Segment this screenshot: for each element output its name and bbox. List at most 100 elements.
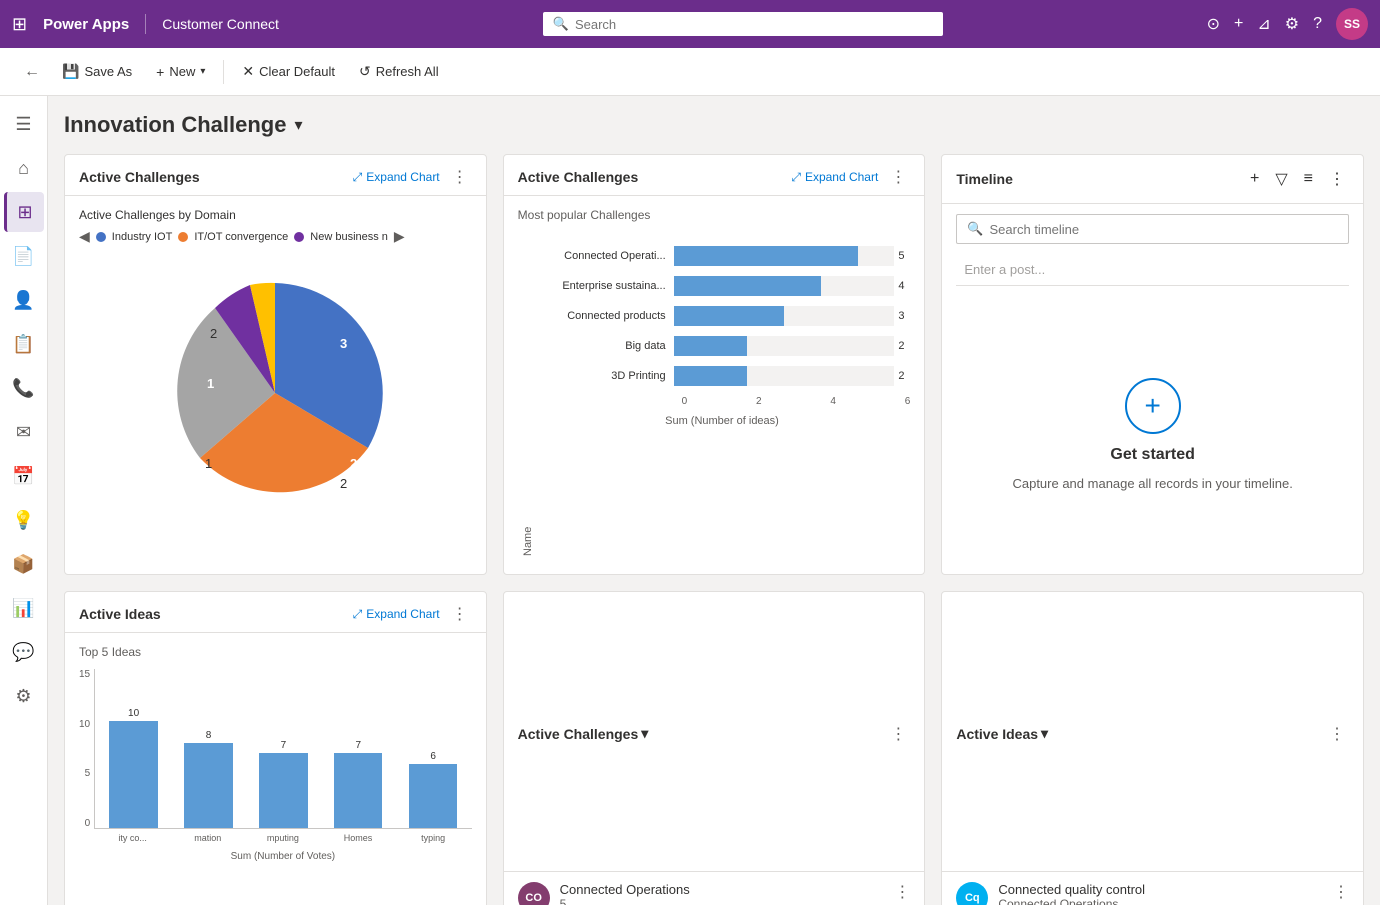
save-as-button[interactable]: 💾 Save As (52, 57, 142, 86)
hbar-label: Enterprise sustaina... (534, 280, 674, 292)
clear-default-button[interactable]: ✕ Clear Default (232, 57, 345, 86)
main-layout: ☰ ⌂ ⊞ 📄 👤 📋 📞 ✉ 📅 💡 📦 📊 💬 ⚙ Innovation C… (0, 96, 1380, 905)
bar-x-label: Sum (Number of ideas) (534, 415, 911, 427)
hbar-track (674, 276, 895, 296)
app-name: Power Apps (43, 16, 129, 33)
search-input[interactable] (575, 17, 933, 32)
timeline-search-bar[interactable]: 🔍 (956, 214, 1349, 244)
sidebar-person[interactable]: 👤 (4, 280, 44, 320)
sidebar-home[interactable]: ⌂ (4, 148, 44, 188)
timeline-more-button[interactable]: ⋮ (1325, 167, 1349, 191)
refresh-all-button[interactable]: ↺ Refresh All (349, 57, 449, 86)
challenge-item-1: CO Connected Operations 5 3/12/2018 ⋮ (504, 872, 925, 905)
sidebar-mail[interactable]: ✉ (4, 412, 44, 452)
new-button[interactable]: + New ▾ (146, 58, 215, 86)
challenge-more-1[interactable]: ⋮ (894, 882, 910, 902)
y-tick-5: 5 (85, 768, 91, 779)
ideas-bar-more-button[interactable]: ⋮ (448, 604, 472, 624)
target-icon[interactable]: ⊙ (1207, 14, 1220, 34)
sidebar-pages[interactable]: 📄 (4, 236, 44, 276)
pie-card-body: Active Challenges by Domain ◀ Industry I… (65, 196, 486, 545)
challenges-list-scroll[interactable]: CO Connected Operations 5 3/12/2018 ⋮ Es… (504, 872, 925, 905)
idea-more-1[interactable]: ⋮ (1333, 882, 1349, 902)
back-button[interactable]: ← (16, 59, 48, 85)
refresh-icon: ↺ (359, 63, 371, 80)
vbar-1: 10 (99, 708, 168, 828)
vbar-2: 8 (174, 730, 243, 828)
bar-chart-wrapper: Name Connected Operati...5Enterprise sus… (518, 236, 911, 556)
ideas-bar-expand-button[interactable]: ⤢ Expand Chart (353, 607, 440, 622)
challenges-list-header: Active Challenges ▾ ⋮ (504, 592, 925, 872)
ideas-list-more-button[interactable]: ⋮ (1325, 724, 1349, 744)
sidebar-reports[interactable]: 📊 (4, 588, 44, 628)
sidebar-settings[interactable]: ⚙ (4, 676, 44, 716)
challenge-name-1: Connected Operations (560, 882, 885, 897)
hbar-value: 5 (898, 250, 910, 262)
sidebar-calendar[interactable]: 📅 (4, 456, 44, 496)
timeline-filter-button[interactable]: ▽ (1271, 167, 1291, 191)
challenges-list-dropdown[interactable]: Active Challenges ▾ (518, 725, 649, 742)
legend-dot-3 (294, 232, 304, 242)
pie-chart: 3 2 1 2 1 (79, 253, 472, 533)
timeline-header: Timeline + ▽ ≡ ⋮ (942, 155, 1363, 204)
sidebar-contacts[interactable]: 📋 (4, 324, 44, 364)
hbar-track (674, 336, 895, 356)
hbar-fill (674, 246, 858, 266)
sidebar-chat[interactable]: 💬 (4, 632, 44, 672)
timeline-title: Timeline (956, 171, 1238, 187)
sidebar-menu[interactable]: ☰ (4, 104, 44, 144)
page-title: Innovation Challenge (64, 112, 286, 138)
challenge-count-1: 5 (560, 897, 885, 905)
top-cards-row: Active Challenges ⤢ Expand Chart ⋮ Activ… (64, 154, 1364, 575)
pie-next-button[interactable]: ▶ (394, 228, 405, 245)
active-challenges-bar-card: Active Challenges ⤢ Expand Chart ⋮ Most … (503, 154, 926, 575)
hbar-label: 3D Printing (534, 370, 674, 382)
top-navigation: ⊞ Power Apps Customer Connect 🔍 ⊙ + ⊿ ⚙ … (0, 0, 1380, 48)
vbar-chart-container: 15 10 5 0 10 (79, 669, 472, 862)
timeline-search-input[interactable] (990, 222, 1338, 237)
sidebar-ideas[interactable]: 💡 (4, 500, 44, 540)
ideas-bar-title: Active Ideas (79, 606, 345, 622)
search-bar[interactable]: 🔍 (543, 12, 943, 36)
y-tick-0: 0 (85, 818, 91, 829)
timeline-plus-icon[interactable]: + (1125, 378, 1181, 434)
svg-text:1: 1 (205, 456, 212, 471)
ideas-bar-body: Top 5 Ideas 15 10 5 0 10 (65, 633, 486, 874)
ideas-list-header: Active Ideas ▾ ⋮ (942, 592, 1363, 872)
vbar-3: 7 (249, 740, 318, 828)
timeline-add-button[interactable]: + (1246, 168, 1263, 190)
ideas-list-dropdown[interactable]: Active Ideas ▾ (956, 725, 1048, 742)
app-environment: Customer Connect (162, 16, 279, 32)
filter-icon[interactable]: ⊿ (1257, 14, 1270, 34)
pie-expand-button[interactable]: ⤢ Expand Chart (353, 170, 440, 185)
idea-avatar-1: Cq (956, 882, 988, 905)
nav-divider (145, 14, 146, 34)
vlabel-4: Homes (323, 833, 392, 843)
help-icon[interactable]: ? (1313, 15, 1322, 33)
challenges-dropdown-icon: ▾ (641, 725, 648, 742)
vlabel-1: ity co... (98, 833, 167, 843)
user-avatar[interactable]: SS (1336, 8, 1368, 40)
challenges-list-more-button[interactable]: ⋮ (886, 724, 910, 744)
vlabel-2: mation (173, 833, 242, 843)
pie-prev-button[interactable]: ◀ (79, 228, 90, 245)
bar-more-button[interactable]: ⋮ (886, 167, 910, 187)
ideas-list-scroll[interactable]: Cq Connected quality control Connected O… (942, 872, 1363, 905)
settings-icon[interactable]: ⚙ (1285, 14, 1299, 34)
bar-expand-button[interactable]: ⤢ Expand Chart (791, 170, 878, 185)
sidebar-phone[interactable]: 📞 (4, 368, 44, 408)
hbar-fill (674, 336, 748, 356)
bar-mation (184, 743, 232, 828)
waffle-icon[interactable]: ⊞ (12, 14, 27, 35)
timeline-list-button[interactable]: ≡ (1300, 168, 1317, 190)
pie-more-button[interactable]: ⋮ (448, 167, 472, 187)
sidebar-dashboard[interactable]: ⊞ (4, 192, 44, 232)
timeline-post-area[interactable]: Enter a post... (956, 254, 1349, 286)
page-title-dropdown-icon[interactable]: ▾ (294, 115, 302, 135)
expand-icon-ideas: ⤢ (353, 607, 363, 622)
sidebar-packages[interactable]: 📦 (4, 544, 44, 584)
y-tick-10: 10 (79, 719, 90, 730)
plus-icon[interactable]: + (1234, 15, 1243, 33)
timeline-search-icon: 🔍 (967, 221, 983, 237)
timeline-empty-state: + Get started Capture and manage all rec… (942, 294, 1363, 574)
